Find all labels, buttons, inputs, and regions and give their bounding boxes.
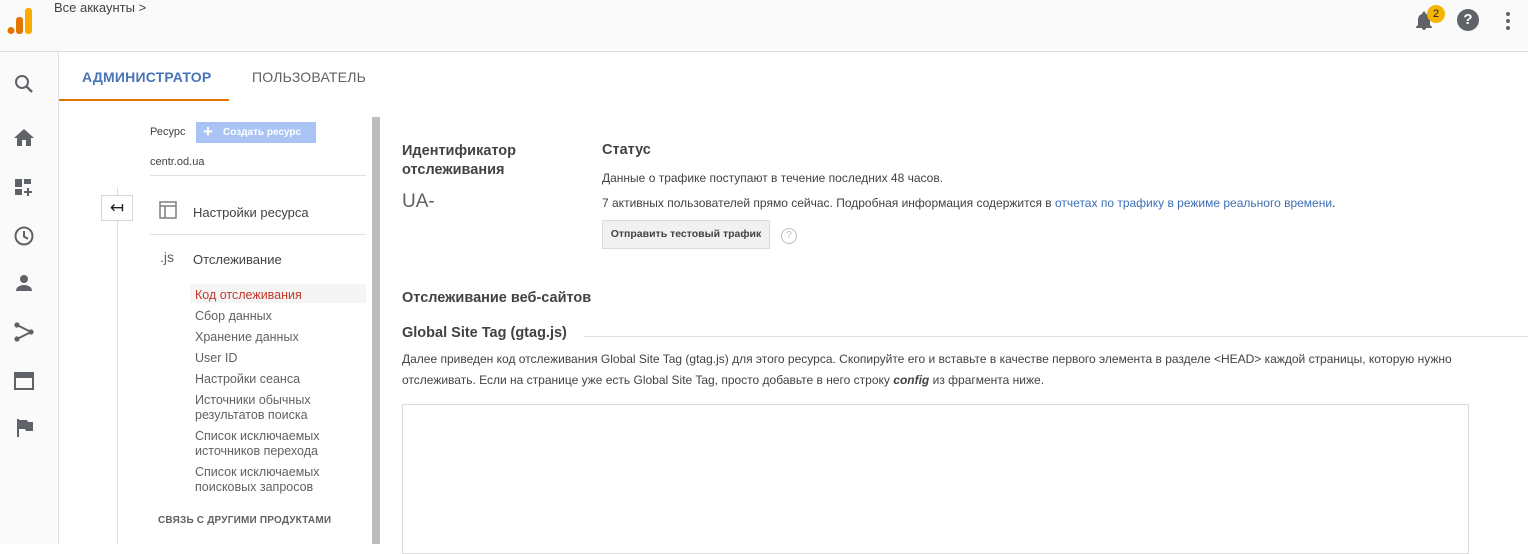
subitem-data-retention[interactable]: Хранение данных xyxy=(195,330,299,345)
notification-badge: 2 xyxy=(1427,5,1445,23)
tracking-id-title: Идентификатор отслеживания xyxy=(402,143,517,178)
active-users-prefix: 7 активных пользователей прямо сейчас. П… xyxy=(602,196,1052,210)
property-label: Ресурс xyxy=(150,126,186,138)
customization-icon[interactable] xyxy=(13,176,35,198)
more-vert-icon[interactable] xyxy=(1505,11,1511,31)
active-tab-indicator xyxy=(59,99,229,101)
breadcrumb[interactable]: Все аккаунты > xyxy=(54,0,146,15)
property-settings-label: Настройки ресурса xyxy=(193,205,309,220)
flag-icon[interactable] xyxy=(13,417,35,439)
property-settings-icon xyxy=(159,201,177,219)
divider xyxy=(150,175,366,176)
plus-icon: + xyxy=(203,122,213,141)
subitem-referral-exclusion-list[interactable]: Список исключаемых источников перехода xyxy=(195,429,345,459)
tab-user[interactable]: ПОЛЬЗОВАТЕЛЬ xyxy=(252,69,366,85)
js-icon: .js xyxy=(160,249,174,265)
top-bar: Все аккаунты > 2 ? xyxy=(0,0,1528,52)
home-icon[interactable] xyxy=(13,127,35,149)
active-users-text: 7 активных пользователей прямо сейчас. П… xyxy=(602,196,1335,210)
audience-person-icon[interactable] xyxy=(13,272,35,294)
gtag-code-box[interactable] xyxy=(402,404,1469,554)
realtime-report-link[interactable]: отчетах по трафику в режиме реального вр… xyxy=(1055,196,1332,210)
subitem-tracking-code[interactable]: Код отслеживания xyxy=(195,288,302,303)
create-property-button[interactable]: + Создать ресурс xyxy=(196,122,316,143)
scrollbar[interactable] xyxy=(372,117,380,544)
status-title: Статус xyxy=(602,142,651,158)
acquisition-icon[interactable] xyxy=(13,321,35,343)
tracking-label: Отслеживание xyxy=(193,252,282,267)
product-linking-header: СВЯЗЬ С ДРУГИМИ ПРОДУКТАМИ xyxy=(158,515,332,526)
subitem-user-id[interactable]: User ID xyxy=(195,351,237,366)
tree-line xyxy=(117,187,118,544)
gtag-title: Global Site Tag (gtag.js) xyxy=(402,325,567,341)
chevron-right-icon: > xyxy=(138,0,147,15)
gtag-description: Далее приведен код отслеживания Global S… xyxy=(402,349,1522,391)
subitem-organic-search-sources[interactable]: Источники обычных результатов поиска xyxy=(195,393,345,423)
help-icon[interactable]: ? xyxy=(1457,9,1479,31)
left-nav xyxy=(0,52,59,544)
subitem-session-settings[interactable]: Настройки сеанса xyxy=(195,372,300,387)
admin-tabs: АДМИНИСТРАТОР ПОЛЬЗОВАТЕЛЬ xyxy=(59,52,1528,101)
config-keyword: config xyxy=(893,373,930,387)
website-tracking-title: Отслеживание веб-сайтов xyxy=(402,290,592,306)
realtime-clock-icon[interactable] xyxy=(13,225,35,247)
breadcrumb-all-accounts[interactable]: Все аккаунты xyxy=(54,0,135,15)
property-selector[interactable]: centr.od.ua xyxy=(150,156,204,168)
help-question-icon[interactable]: ? xyxy=(781,228,797,244)
send-test-traffic-button[interactable]: Отправить тестовый трафик xyxy=(602,220,770,249)
active-users-suffix: . xyxy=(1332,196,1336,210)
tracking-item[interactable]: .js Отслеживание xyxy=(150,235,366,281)
search-icon[interactable] xyxy=(13,73,35,95)
analytics-logo-icon[interactable] xyxy=(6,6,34,36)
behavior-icon[interactable] xyxy=(13,370,35,392)
subitem-search-term-exclusion-list[interactable]: Список исключаемых поисковых запросов xyxy=(195,465,345,495)
status-text: Данные о трафике поступают в течение пос… xyxy=(602,171,944,185)
back-arrow-button[interactable]: ↤ xyxy=(101,195,133,221)
tracking-id-value: UA- xyxy=(402,191,435,212)
tab-admin[interactable]: АДМИНИСТРАТОР xyxy=(82,69,211,85)
create-property-label: Создать ресурс xyxy=(223,127,302,138)
gtag-description-suffix: из фрагмента ниже. xyxy=(932,373,1045,387)
divider xyxy=(584,336,1528,337)
subitem-data-collection[interactable]: Сбор данных xyxy=(195,309,272,324)
property-settings-item[interactable]: Настройки ресурса xyxy=(150,188,366,235)
